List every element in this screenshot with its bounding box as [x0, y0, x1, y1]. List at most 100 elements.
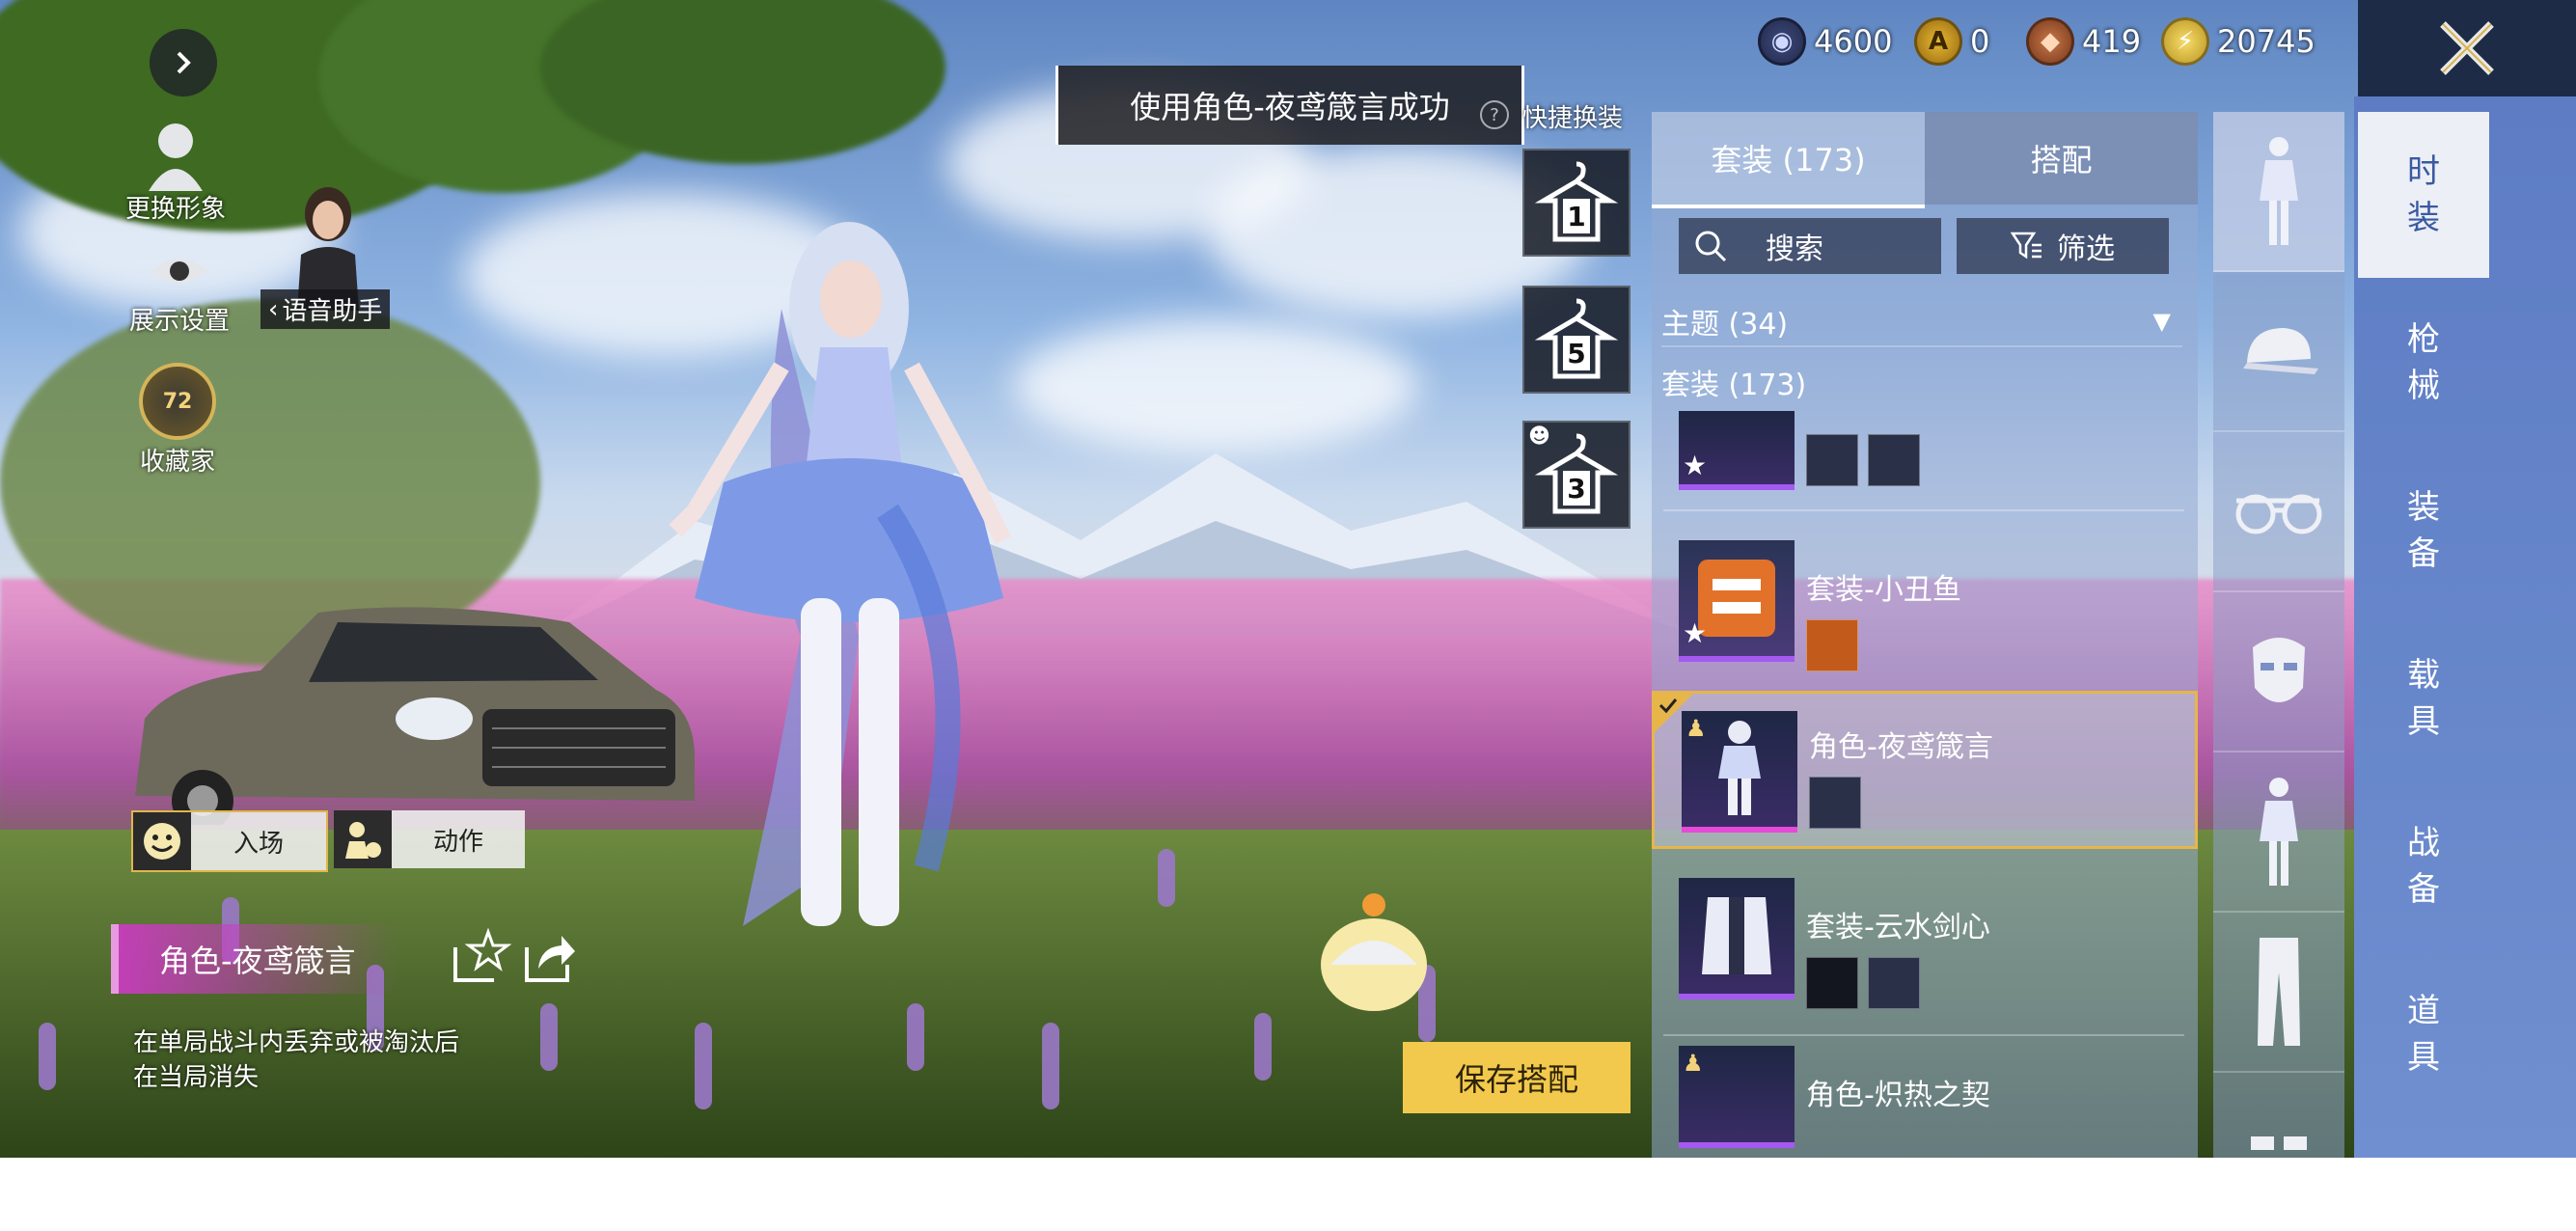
selected-item-name-text: 角色-夜鸢箴言: [159, 943, 356, 979]
item-thumbnail: ★: [1679, 540, 1795, 662]
quick-slot-5[interactable]: 5: [1522, 286, 1631, 394]
voice-assistant-button[interactable]: ‹ 语音助手: [260, 185, 394, 334]
filter-label: 筛选: [2057, 233, 2115, 266]
sidebar-tab-fashion[interactable]: 时装: [2358, 112, 2489, 278]
search-input[interactable]: 搜索: [1679, 218, 1941, 274]
category-mask[interactable]: [2213, 592, 2344, 752]
quick-slot-1[interactable]: 1: [1522, 149, 1631, 257]
currency-lightning[interactable]: ⚡ 20745: [2161, 17, 2316, 66]
quick-slot-3[interactable]: 3 ☻: [1522, 421, 1631, 529]
tab-combination-label: 搭配: [2030, 142, 2093, 178]
item-name: 套装-云水剑心: [1806, 911, 1990, 944]
share-icon[interactable]: [523, 932, 577, 984]
search-icon: [1695, 231, 1727, 262]
sidebar-tab-items[interactable]: 道具: [2358, 951, 2489, 1117]
currency-ag[interactable]: A 0: [1914, 17, 1989, 66]
outfit-figure-icon: [2260, 778, 2298, 886]
change-avatar-button[interactable]: 更换形象: [125, 118, 226, 225]
voice-assistant-label: 语音助手: [282, 297, 383, 326]
category-glasses[interactable]: [2213, 432, 2344, 592]
smiley-icon: [133, 812, 191, 870]
tab-combination[interactable]: 搭配: [1925, 112, 2198, 205]
star-icon: ★: [1683, 617, 1708, 649]
star-icon: ★: [1683, 450, 1708, 481]
save-outfit-button[interactable]: 保存搭配: [1403, 1042, 1631, 1113]
item-thumbnail: ★: [1679, 411, 1795, 490]
sidebar-tab-label: 装备: [2407, 488, 2440, 573]
list-item-partial[interactable]: ★: [1652, 411, 2198, 498]
sidebar-tab-vehicles[interactable]: 载具: [2358, 616, 2489, 781]
category-shoes[interactable]: [2213, 1073, 2344, 1231]
item-name: 套装-小丑鱼: [1806, 573, 1961, 607]
ag-amount: 0: [1970, 23, 1990, 60]
uc-amount: 4600: [1814, 23, 1893, 60]
quick-change-help-icon[interactable]: ?: [1480, 100, 1509, 129]
category-outfit[interactable]: [2213, 112, 2344, 272]
lightning-amount: 20745: [2217, 23, 2316, 60]
collector-level: 72: [162, 389, 193, 414]
expand-menu-button[interactable]: [150, 29, 217, 96]
list-item[interactable]: 套装-云水剑心: [1652, 878, 2198, 1023]
main-category-sidebar: 时装 枪械 装备 载具 战备 道具: [2354, 96, 2576, 1158]
collector-badge-icon: 72: [139, 363, 216, 440]
category-pants[interactable]: [2213, 913, 2344, 1073]
item-note-line1: 在单局战斗内丢弃或被淘汰后: [133, 1028, 460, 1057]
entrance-button[interactable]: 入场: [131, 810, 328, 872]
item-part-thumb: [1868, 957, 1920, 1009]
category-top[interactable]: [2213, 752, 2344, 913]
item-name: 角色-炽热之契: [1806, 1079, 1990, 1112]
item-thumbnail: ♟: [1682, 711, 1797, 833]
quick-slot-number: 5: [1563, 336, 1590, 370]
item-part-thumb: [1806, 619, 1858, 671]
bp-amount: 419: [2082, 23, 2142, 60]
item-name: 角色-夜鸢箴言: [1809, 730, 1993, 764]
sidebar-tab-label: 枪械: [2407, 320, 2440, 405]
display-settings-label: 展示设置: [129, 307, 231, 336]
smiley-icon: ☻: [1528, 424, 1550, 449]
success-toast: 使用角色-夜鸢箴言成功: [1055, 66, 1524, 145]
selected-item-name: 角色-夜鸢箴言: [111, 924, 400, 994]
cap-icon: [2243, 328, 2318, 374]
display-settings-button[interactable]: 展示设置: [129, 247, 230, 337]
sidebar-tab-battle-gear[interactable]: 战备: [2358, 783, 2489, 949]
collector-button[interactable]: 72 收藏家: [139, 363, 216, 478]
filter-button[interactable]: 筛选: [1957, 218, 2169, 274]
slot-category-column: [2213, 112, 2344, 1158]
item-note-line2: 在当局消失: [133, 1063, 260, 1092]
car-model: [135, 607, 695, 825]
category-hat[interactable]: [2213, 272, 2344, 432]
change-avatar-label: 更换形象: [125, 195, 227, 224]
sidebar-tab-guns[interactable]: 枪械: [2358, 280, 2489, 446]
item-thumbnail: ♟: [1679, 1046, 1795, 1148]
character-icon: ♟: [1685, 715, 1707, 742]
currency-uc[interactable]: ◉ 4600: [1758, 17, 1892, 66]
quick-slot-number: 1: [1563, 199, 1590, 233]
tab-suits-label: 套装 (173): [1711, 142, 1866, 178]
assistant-chevron-icon: ‹: [268, 294, 279, 324]
emote-figure-icon: [334, 810, 392, 868]
theme-dropdown[interactable]: 主题 (34) ▼: [1661, 297, 2182, 347]
item-thumbnail: [1679, 878, 1795, 999]
collector-label: 收藏家: [139, 448, 215, 477]
emote-button[interactable]: 动作: [334, 810, 525, 868]
list-item[interactable]: ★ 套装-小丑鱼: [1652, 540, 2198, 685]
sidebar-tab-label: 时装: [2407, 152, 2440, 237]
bp-coin-icon: ◆: [2026, 17, 2074, 66]
tab-suits[interactable]: 套装 (173): [1652, 112, 1925, 208]
save-outfit-label: 保存搭配: [1454, 1061, 1578, 1098]
item-part-thumb: [1868, 434, 1920, 486]
lightning-coin-icon: ⚡: [2161, 17, 2209, 66]
favorite-star-icon[interactable]: [450, 928, 511, 986]
ag-coin-icon: A: [1914, 17, 1962, 66]
entrance-label: 入场: [233, 829, 284, 859]
currency-bp[interactable]: ◆ 419: [2026, 17, 2141, 66]
glasses-icon: [2235, 494, 2322, 534]
sidebar-tab-equipment[interactable]: 装备: [2358, 448, 2489, 614]
close-button[interactable]: [2358, 0, 2576, 96]
pants-icon: [2258, 938, 2300, 1046]
sidebar-tab-label: 道具: [2407, 992, 2440, 1077]
list-item-selected[interactable]: ♟ 角色-夜鸢箴言: [1652, 691, 2198, 849]
list-item[interactable]: ♟ 角色-炽热之契: [1652, 1046, 2198, 1158]
search-label: 搜索: [1766, 233, 1823, 266]
mask-icon: [2253, 638, 2305, 702]
